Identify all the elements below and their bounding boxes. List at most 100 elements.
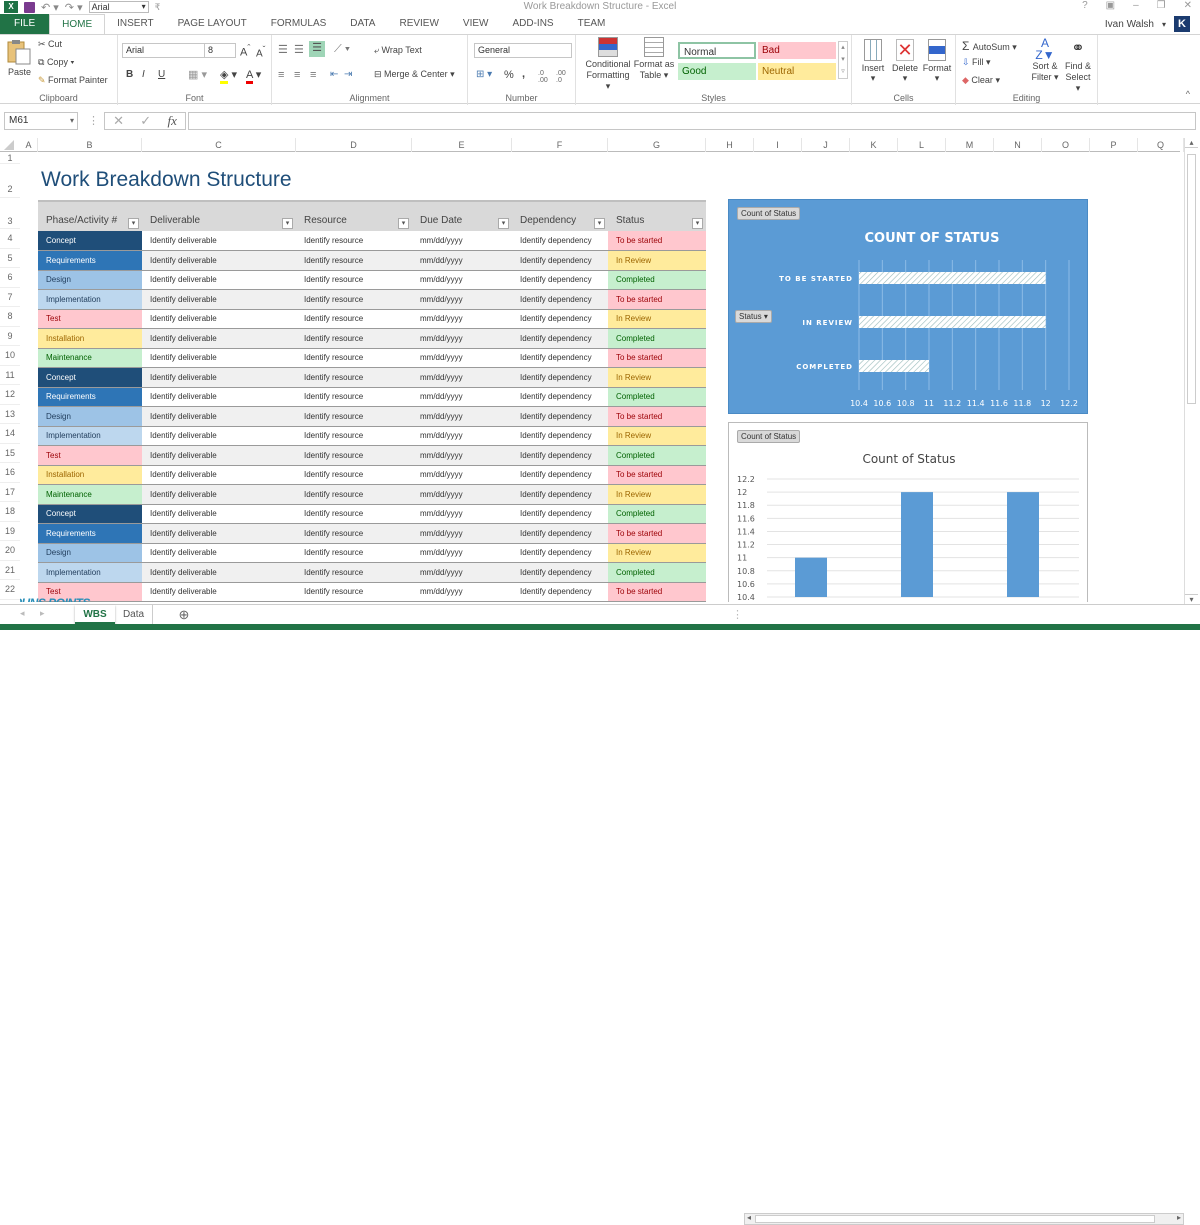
due-date-cell[interactable]: mm/dd/yyyy <box>412 309 512 329</box>
worksheet[interactable]: Work Breakdown Structure Phase/Activity … <box>20 152 1180 602</box>
status-cell[interactable]: In Review <box>608 484 706 505</box>
dependency-cell[interactable]: Identify dependency <box>512 231 608 251</box>
due-date-cell[interactable]: mm/dd/yyyy <box>412 504 512 524</box>
resource-cell[interactable]: Identify resource <box>296 543 412 563</box>
filter-dropdown-icon[interactable]: ▾ <box>398 218 409 229</box>
insert-cells-button[interactable]: Insert ▾ <box>858 39 888 84</box>
sheet-tab-wbs[interactable]: WBS <box>75 605 115 624</box>
fill-button[interactable]: ⇩ Fill ▾ <box>962 57 991 68</box>
scroll-left-icon[interactable]: ◂ <box>747 1213 751 1222</box>
scroll-up-icon[interactable]: ▴ <box>1185 138 1198 148</box>
deliverable-cell[interactable]: Identify deliverable <box>142 367 296 388</box>
tab-team[interactable]: TEAM <box>566 14 618 34</box>
top-align-icon[interactable]: ☰ <box>278 43 288 56</box>
column-header-o[interactable]: O <box>1042 138 1090 152</box>
status-cell[interactable]: In Review <box>608 426 706 446</box>
row-header-11[interactable]: 11 <box>0 366 20 385</box>
format-cells-button[interactable]: Format ▾ <box>922 39 952 84</box>
phase-cell[interactable]: Concept <box>38 504 142 524</box>
filter-dropdown-icon[interactable]: ▾ <box>498 218 509 229</box>
deliverable-cell[interactable]: Identify deliverable <box>142 309 296 329</box>
resource-cell[interactable]: Identify resource <box>296 367 412 388</box>
dependency-cell[interactable]: Identify dependency <box>512 484 608 505</box>
row-header-3[interactable]: 3 <box>0 198 20 229</box>
help-icon[interactable]: ? <box>1082 0 1088 11</box>
due-date-cell[interactable]: mm/dd/yyyy <box>412 426 512 446</box>
status-cell[interactable]: To be started <box>608 406 706 427</box>
comma-button[interactable]: , <box>522 68 525 80</box>
column-in-review[interactable] <box>901 492 933 597</box>
due-date-cell[interactable]: mm/dd/yyyy <box>412 231 512 251</box>
deliverable-cell[interactable]: Identify deliverable <box>142 465 296 485</box>
font-color-icon[interactable]: A ▾ <box>246 68 261 84</box>
close-icon[interactable]: ✕ <box>1184 0 1192 11</box>
due-date-cell[interactable]: mm/dd/yyyy <box>412 270 512 290</box>
resource-cell[interactable]: Identify resource <box>296 484 412 505</box>
resource-cell[interactable]: Identify resource <box>296 406 412 427</box>
autosum-button[interactable]: Σ AutoSum ▾ <box>962 39 1017 53</box>
column-header-i[interactable]: I <box>754 138 802 152</box>
align-right-icon[interactable]: ≡ <box>310 69 316 81</box>
status-cell[interactable]: To be started <box>608 465 706 485</box>
phase-cell[interactable]: Installation <box>38 328 142 349</box>
deliverable-cell[interactable]: Identify deliverable <box>142 562 296 583</box>
dependency-cell[interactable]: Identify dependency <box>512 504 608 524</box>
bar-to-be-started[interactable] <box>859 272 1046 284</box>
bottom-align-icon[interactable]: ☰ <box>309 41 325 57</box>
deliverable-cell[interactable]: Identify deliverable <box>142 231 296 251</box>
resource-cell[interactable]: Identify resource <box>296 562 412 583</box>
column-header-m[interactable]: M <box>946 138 994 152</box>
due-date-cell[interactable]: mm/dd/yyyy <box>412 289 512 310</box>
row-header-12[interactable]: 12 <box>0 385 20 405</box>
underline-button[interactable]: U <box>158 69 165 80</box>
phase-cell[interactable]: Requirements <box>38 387 142 407</box>
filter-dropdown-icon[interactable]: ▾ <box>128 218 139 229</box>
accounting-format-icon[interactable]: ⊞ ▾ <box>476 69 492 80</box>
resource-cell[interactable]: Identify resource <box>296 270 412 290</box>
maximize-icon[interactable]: ❐ <box>1157 0 1166 11</box>
cut-button[interactable]: ✂ Cut <box>38 39 62 50</box>
resource-cell[interactable]: Identify resource <box>296 523 412 544</box>
filter-dropdown-icon[interactable]: ▾ <box>282 218 293 229</box>
increase-indent-icon[interactable]: ⇥ <box>344 69 352 80</box>
clear-button[interactable]: ◆ Clear ▾ <box>962 75 1000 86</box>
deliverable-cell[interactable]: Identify deliverable <box>142 387 296 407</box>
column-header-p[interactable]: P <box>1090 138 1138 152</box>
delete-cells-button[interactable]: ✕ Delete ▾ <box>890 39 920 84</box>
dependency-cell[interactable]: Identify dependency <box>512 426 608 446</box>
dependency-cell[interactable]: Identify dependency <box>512 562 608 583</box>
ribbon-display-icon[interactable]: ▣ <box>1106 0 1115 11</box>
row-header-6[interactable]: 6 <box>0 268 20 288</box>
italic-button[interactable]: I <box>142 69 145 80</box>
row-header-8[interactable]: 8 <box>0 307 20 327</box>
dependency-cell[interactable]: Identify dependency <box>512 250 608 271</box>
deliverable-cell[interactable]: Identify deliverable <box>142 250 296 271</box>
tab-insert[interactable]: INSERT <box>105 14 166 34</box>
due-date-cell[interactable]: mm/dd/yyyy <box>412 562 512 583</box>
copy-button[interactable]: ⧉ Copy ▾ <box>38 57 74 68</box>
tab-data[interactable]: DATA <box>338 14 387 34</box>
resource-cell[interactable]: Identify resource <box>296 445 412 466</box>
status-cell[interactable]: Completed <box>608 562 706 583</box>
column-header-b[interactable]: B <box>38 138 142 152</box>
row-header-16[interactable]: 16 <box>0 463 20 483</box>
decrease-decimal-icon[interactable]: .00.0 <box>556 70 566 84</box>
filter-dropdown-icon[interactable]: ▾ <box>692 218 703 229</box>
deliverable-cell[interactable]: Identify deliverable <box>142 426 296 446</box>
column-header-l[interactable]: L <box>898 138 946 152</box>
phase-cell[interactable]: Maintenance <box>38 484 142 505</box>
scroll-down-icon[interactable]: ▾ <box>1185 594 1198 604</box>
dependency-cell[interactable]: Identify dependency <box>512 328 608 349</box>
column-header-f[interactable]: F <box>512 138 608 152</box>
row-header-7[interactable]: 7 <box>0 288 20 307</box>
h-scroll-thumb[interactable] <box>755 1215 1155 1223</box>
phase-cell[interactable]: Test <box>38 445 142 466</box>
row-header-15[interactable]: 15 <box>0 444 20 463</box>
decrease-indent-icon[interactable]: ⇤ <box>330 69 338 80</box>
minimize-icon[interactable]: – <box>1133 0 1139 11</box>
row-header-18[interactable]: 18 <box>0 502 20 522</box>
deliverable-cell[interactable]: Identify deliverable <box>142 406 296 427</box>
tab-view[interactable]: VIEW <box>451 14 501 34</box>
next-sheet-icon[interactable]: ▸ <box>40 608 45 619</box>
deliverable-cell[interactable]: Identify deliverable <box>142 289 296 310</box>
